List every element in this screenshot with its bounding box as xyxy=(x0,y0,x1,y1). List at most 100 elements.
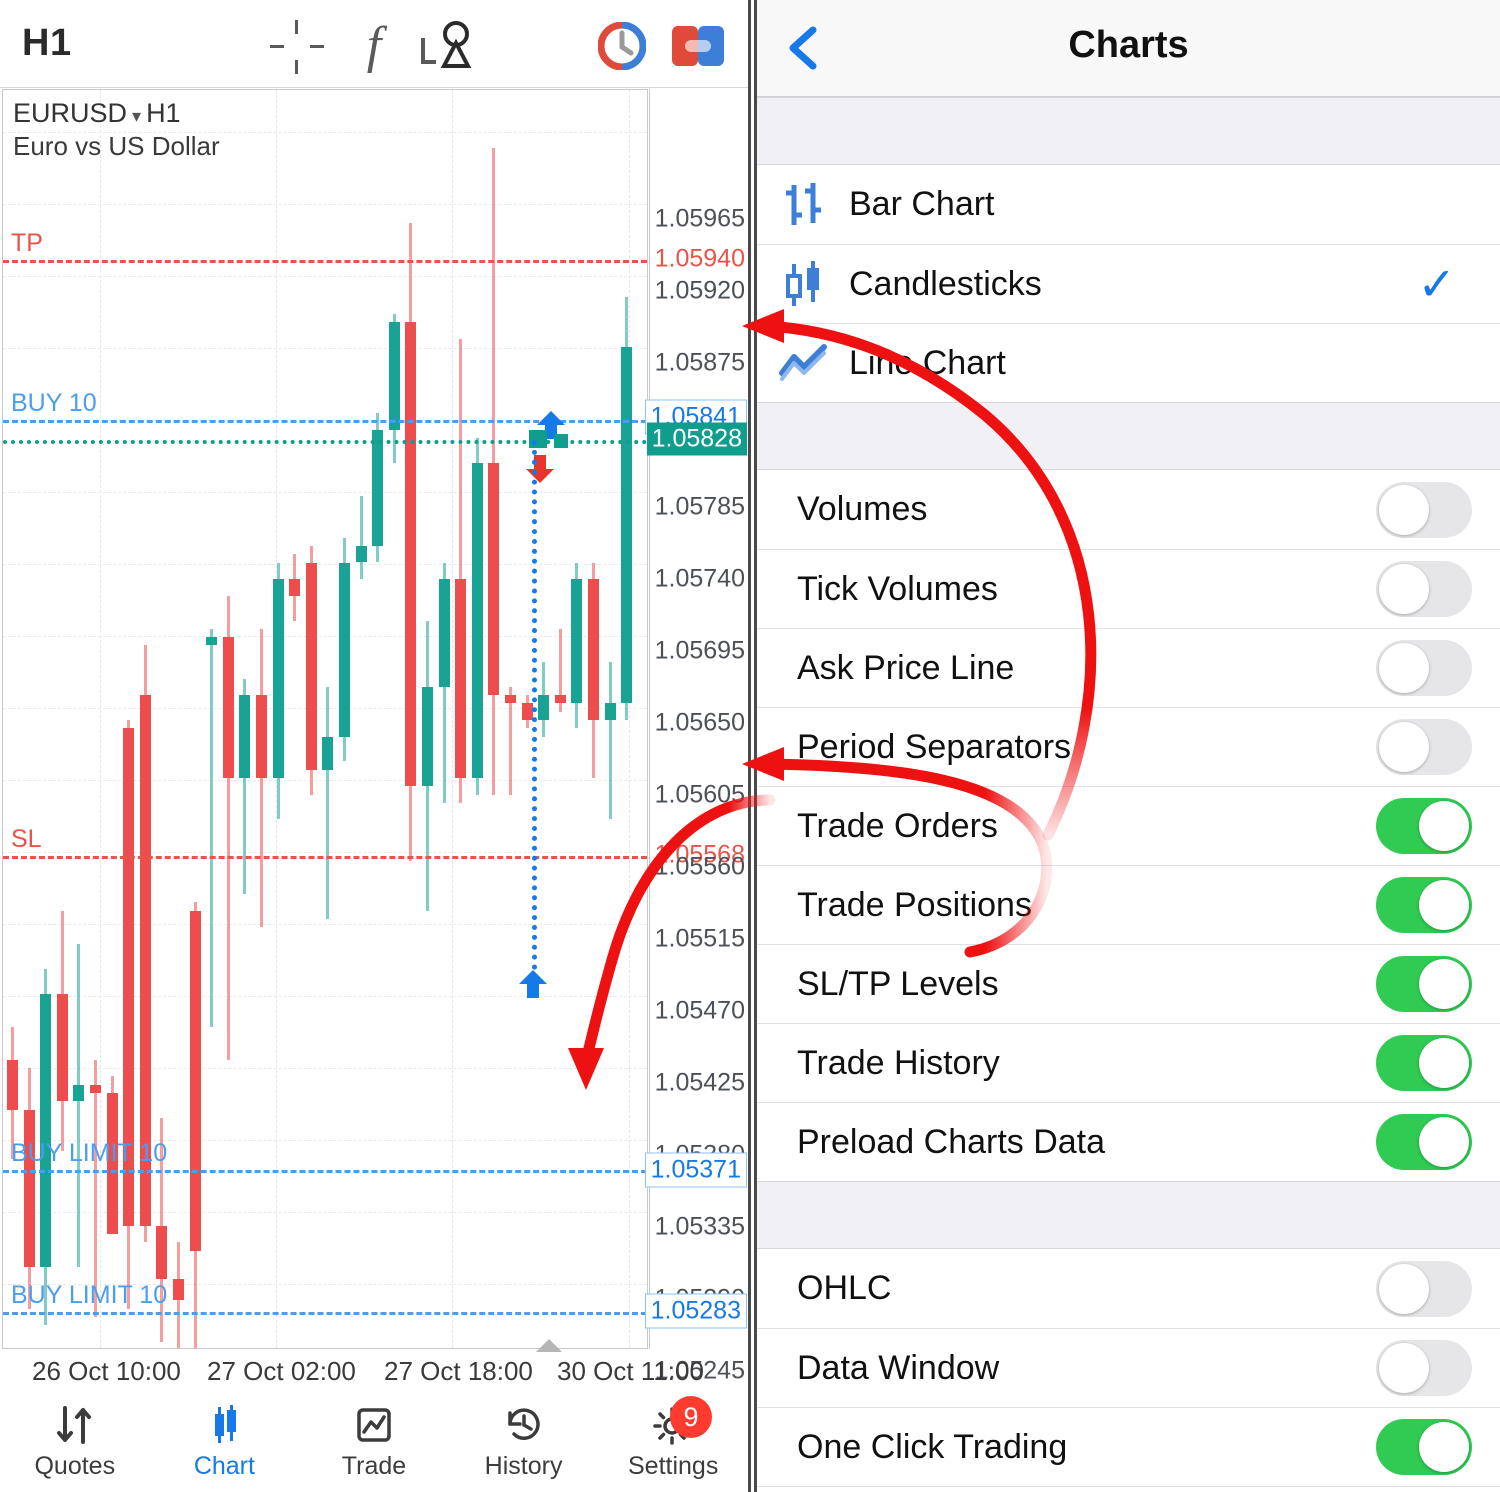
order-connector-line xyxy=(532,440,537,980)
toggle-knob xyxy=(1419,801,1469,851)
toggle-knob xyxy=(1379,1264,1429,1314)
candlestick xyxy=(488,90,499,1349)
time-tick: 27 Oct 02:00 xyxy=(207,1356,356,1387)
candle-body xyxy=(555,695,566,703)
candlestick xyxy=(555,90,566,1349)
display-row-sl-tp-levels[interactable]: SL/TP Levels xyxy=(757,944,1500,1023)
toggle-knob xyxy=(1419,959,1469,1009)
candle-body xyxy=(7,1060,18,1110)
price-chart[interactable]: TPBUY 10SLBUY LIMIT 10BUY LIMIT 10 EURUS… xyxy=(2,89,648,1349)
display-row-period-separators[interactable]: Period Separators xyxy=(757,707,1500,786)
price-tick-1-05425: 1.05425 xyxy=(655,1069,745,1098)
toggle-period-separators[interactable] xyxy=(1376,719,1472,775)
toggle-volumes[interactable] xyxy=(1376,482,1472,538)
price-tick-1-05785: 1.05785 xyxy=(655,493,745,522)
tab-trade[interactable]: Trade xyxy=(299,1396,449,1481)
toggle-label: OHLC xyxy=(797,1269,891,1308)
level-line-tp[interactable] xyxy=(3,260,647,263)
candle-body xyxy=(24,1110,35,1268)
candle-body xyxy=(505,695,516,703)
toggle-ask-price-line[interactable] xyxy=(1376,640,1472,696)
candlestick xyxy=(522,90,533,1349)
display-row-tick-volumes[interactable]: Tick Volumes xyxy=(757,549,1500,628)
toggle-sl-tp-levels[interactable] xyxy=(1376,956,1472,1012)
candle-body xyxy=(90,1085,101,1093)
level-line-buy-limit-10a[interactable] xyxy=(3,1170,647,1173)
section-gap-top xyxy=(757,97,1500,165)
price-tick-1-05875: 1.05875 xyxy=(655,349,745,378)
crosshair-icon[interactable] xyxy=(268,18,326,76)
price-tick-1-05371[interactable]: 1.05371 xyxy=(645,1153,747,1188)
candle-body xyxy=(405,322,416,786)
chart-type-row-candlesticks[interactable]: Candlesticks✓ xyxy=(757,244,1500,323)
chart-scroll-marker[interactable] xyxy=(536,1339,562,1352)
price-tick-1-05920: 1.05920 xyxy=(655,277,745,306)
toggle-knob xyxy=(1379,722,1429,772)
time-tick: 30 Oct 11:00 xyxy=(557,1356,704,1387)
toggle-knob xyxy=(1419,880,1469,930)
bottom-tab-bar: QuotesChartTradeHistorySettings 9 xyxy=(0,1396,748,1492)
chart-type-row-line-chart[interactable]: Line Chart xyxy=(757,323,1500,402)
tab-label: Settings xyxy=(598,1452,748,1481)
price-tick-1-05560: 1.05560 xyxy=(655,853,745,882)
section-gap-display xyxy=(757,402,1500,470)
toggle-knob xyxy=(1419,1038,1469,1088)
window-row-one-click-trading[interactable]: One Click Trading xyxy=(757,1407,1500,1486)
chart-type-list: Bar Chart Candlesticks✓Line Chart xyxy=(757,165,1500,402)
price-tick-1-05515: 1.05515 xyxy=(655,925,745,954)
position-marker-b[interactable] xyxy=(554,434,568,448)
toggle-ohlc[interactable] xyxy=(1376,1261,1472,1317)
notification-badge: 9 xyxy=(670,1396,712,1438)
candlestick xyxy=(339,90,350,1349)
candle-body xyxy=(571,579,582,703)
display-row-trade-history[interactable]: Trade History xyxy=(757,1023,1500,1102)
display-row-preload-charts-data[interactable]: Preload Charts Data xyxy=(757,1102,1500,1181)
clock-icon[interactable] xyxy=(598,22,646,70)
display-row-trade-positions[interactable]: Trade Positions xyxy=(757,865,1500,944)
level-line-buy-limit-10b[interactable] xyxy=(3,1312,647,1315)
level-line-sl[interactable] xyxy=(3,856,647,859)
timeframe-label[interactable]: H1 xyxy=(22,22,72,65)
toggle-trade-orders[interactable] xyxy=(1376,798,1472,854)
tab-quotes[interactable]: Quotes xyxy=(0,1396,150,1481)
chat-icon[interactable] xyxy=(672,26,724,66)
window-row-ohlc[interactable]: OHLC xyxy=(757,1249,1500,1328)
display-row-volumes[interactable]: Volumes xyxy=(757,470,1500,549)
display-row-ask-price-line[interactable]: Ask Price Line xyxy=(757,628,1500,707)
chart-toolbar: H1 f xyxy=(0,0,748,88)
sell-marker-arrow-down[interactable] xyxy=(523,452,557,486)
candle-body xyxy=(588,579,599,720)
tab-chart[interactable]: Chart xyxy=(150,1396,300,1481)
price-tick-1-05605: 1.05605 xyxy=(655,781,745,810)
time-tick: 27 Oct 18:00 xyxy=(384,1356,533,1387)
toggle-tick-volumes[interactable] xyxy=(1376,561,1472,617)
toggle-preload-charts-data[interactable] xyxy=(1376,1114,1472,1170)
toggle-data-window[interactable] xyxy=(1376,1340,1472,1396)
toggle-label: Trade Orders xyxy=(797,807,998,846)
candle-wick xyxy=(94,1060,97,1317)
indicators-icon[interactable]: f xyxy=(350,18,398,76)
objects-icon[interactable] xyxy=(420,18,472,76)
price-tick-1-05695: 1.05695 xyxy=(655,637,745,666)
candlestick xyxy=(439,90,450,1349)
price-tick-1-05283[interactable]: 1.05283 xyxy=(645,1294,747,1329)
display-row-trade-orders[interactable]: Trade Orders xyxy=(757,786,1500,865)
section-gap-windows xyxy=(757,1181,1500,1249)
chart-type-label: Bar Chart xyxy=(849,185,995,224)
candlestick-icon xyxy=(757,256,849,312)
price-axis[interactable]: 1.059651.059401.059201.058751.058411.058… xyxy=(649,89,749,1349)
toggle-label: Preload Charts Data xyxy=(797,1123,1105,1162)
chart-type-row-bar-chart[interactable]: Bar Chart xyxy=(757,165,1500,244)
toggle-trade-positions[interactable] xyxy=(1376,877,1472,933)
candle-body xyxy=(57,994,68,1102)
tab-settings[interactable]: Settings 9 xyxy=(598,1396,748,1481)
trade-chart-icon xyxy=(299,1402,449,1448)
window-row-data-window[interactable]: Data Window xyxy=(757,1328,1500,1407)
candlestick xyxy=(239,90,250,1349)
tab-history[interactable]: History xyxy=(449,1396,599,1481)
toggle-trade-history[interactable] xyxy=(1376,1035,1472,1091)
candlestick xyxy=(455,90,466,1349)
toggle-one-click-trading[interactable] xyxy=(1376,1419,1472,1475)
price-tick-1-05828[interactable]: 1.05828 xyxy=(647,423,747,456)
window-row-trading-panel-at-the-bottom[interactable]: Trading Panel at the Bottom xyxy=(757,1486,1500,1492)
